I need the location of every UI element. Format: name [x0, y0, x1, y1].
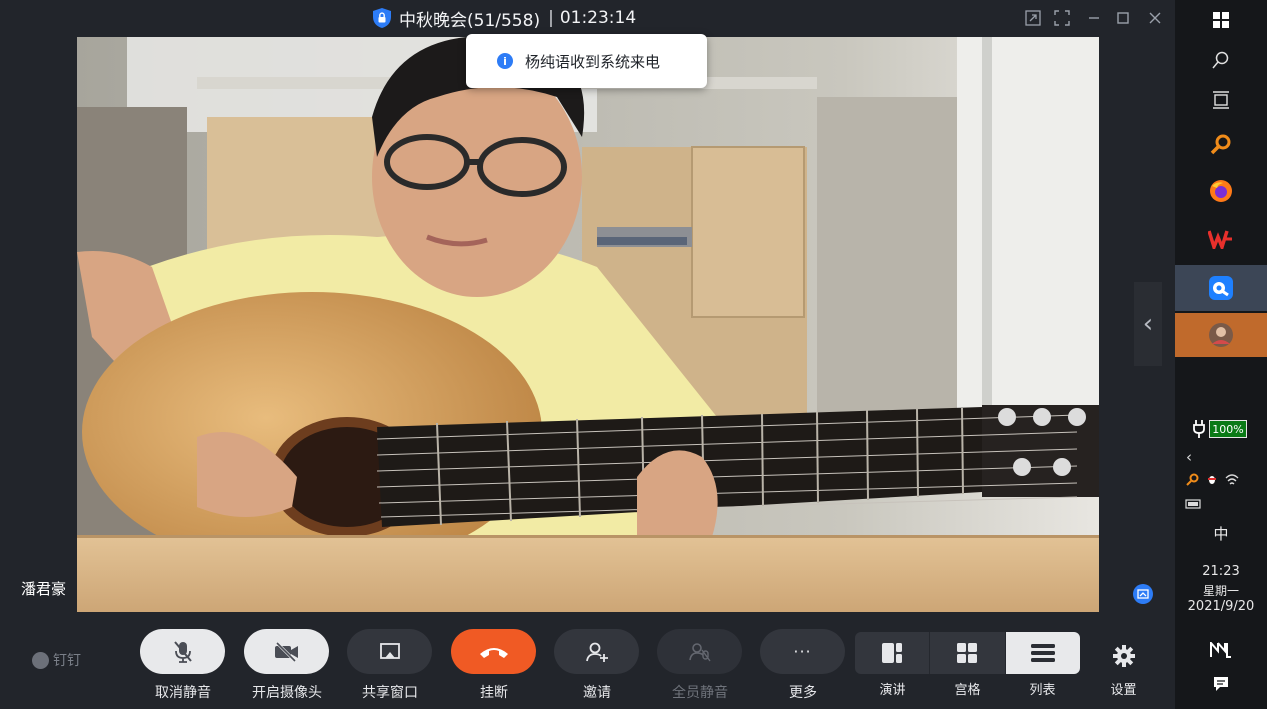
meeting-window: 中秋晚会(51/558) | 01:23:14 i 杨纯语收到系统来电 ‹ 潘君…: [0, 0, 1175, 709]
more-label: 更多: [789, 685, 817, 701]
microphone-muted-icon: [173, 640, 192, 663]
start-camera-button[interactable]: [244, 629, 329, 674]
toast-message: 杨纯语收到系统来电: [525, 52, 661, 71]
everything-search-app[interactable]: [1175, 124, 1267, 164]
list-layout-button[interactable]: [1004, 632, 1080, 674]
battery-indicator[interactable]: 100%: [1193, 420, 1247, 438]
wifi-icon[interactable]: [1225, 473, 1239, 486]
grid-layout-button[interactable]: [929, 632, 1005, 674]
dingtalk-logo-icon: [32, 651, 49, 669]
wps-icon: [1208, 230, 1232, 249]
more-icon: ···: [793, 642, 812, 661]
minimize-button[interactable]: [1083, 8, 1105, 28]
speaker-layout-label: 演讲: [879, 683, 906, 698]
system-tray-icons: [1186, 472, 1239, 486]
search-button[interactable]: [1175, 40, 1267, 80]
speaker-layout-button[interactable]: [855, 632, 930, 674]
settings-label: 设置: [1110, 683, 1137, 698]
dingtalk-meeting-app[interactable]: [1175, 265, 1267, 311]
minimize-icon: [1089, 17, 1099, 19]
title-bar: 中秋晚会(51/558) | 01:23:14: [0, 0, 1175, 36]
notification-toast: i 杨纯语收到系统来电: [466, 34, 707, 88]
search-icon: [1212, 51, 1229, 69]
dingtalk-brand: 钉钉: [32, 650, 81, 670]
action-center-button[interactable]: [1175, 673, 1267, 695]
clock-weekday: 星期一: [1202, 584, 1239, 598]
pin-video-button[interactable]: [1133, 584, 1153, 604]
list-layout-icon: [1030, 644, 1055, 662]
title-separator: |: [548, 8, 554, 28]
firefox-app[interactable]: [1175, 171, 1267, 211]
more-button[interactable]: ···: [760, 629, 845, 674]
start-button[interactable]: [1175, 0, 1267, 40]
power-plug-icon: [1193, 420, 1205, 438]
speaker-layout-icon: [882, 643, 903, 663]
tray-search-icon[interactable]: [1186, 473, 1199, 486]
keyboard-icon[interactable]: [1185, 498, 1201, 510]
firefox-icon: [1210, 180, 1232, 202]
maximize-icon: [1117, 12, 1129, 24]
meeting-app-icon: [1209, 276, 1233, 300]
fullscreen-button[interactable]: [1051, 8, 1073, 28]
hang-up-label: 挂断: [480, 685, 508, 701]
tray-expand-chevron-icon[interactable]: ‹: [1186, 448, 1192, 466]
clock-time[interactable]: 21:23: [1175, 564, 1267, 579]
fullscreen-icon: [1054, 10, 1070, 26]
notification-icon: [1214, 677, 1228, 691]
pin-icon: [1137, 589, 1149, 599]
expand-panel-button[interactable]: ‹: [1134, 282, 1162, 366]
mute-all-label: 全员静音: [672, 685, 728, 701]
meeting-name: 中秋晚会(51/558): [399, 10, 541, 31]
windows-logo-icon: [1213, 12, 1229, 28]
hang-up-button[interactable]: [451, 629, 536, 674]
chevron-left-icon: ‹: [1142, 309, 1154, 339]
close-button[interactable]: [1144, 8, 1166, 28]
meeting-timer: 01:23:14: [559, 8, 637, 28]
clock-date: 2021/9/20: [1187, 599, 1255, 614]
wps-office-app[interactable]: [1175, 219, 1267, 259]
meeting-title: 中秋晚会(51/558) | 01:23:14: [373, 6, 637, 31]
add-user-icon: [585, 642, 608, 662]
grid-layout-icon: [957, 643, 978, 663]
invite-label: 邀请: [583, 685, 611, 701]
speaker-name: 潘君豪: [21, 580, 67, 598]
list-layout-label: 列表: [1029, 683, 1056, 698]
mute-all-button[interactable]: [657, 629, 742, 674]
mute-all-icon: [688, 642, 711, 661]
avatar-icon: [1209, 323, 1233, 347]
grid-layout-label: 宫格: [954, 683, 981, 698]
start-camera-label: 开启摄像头: [252, 685, 322, 701]
camera-off-icon: [274, 641, 298, 662]
user-app-button[interactable]: [1175, 313, 1267, 357]
picture-in-picture-icon: [1025, 10, 1041, 26]
close-icon: [1149, 12, 1161, 24]
shield-lock-icon: [373, 8, 391, 28]
brand-label: 钉钉: [53, 653, 81, 669]
share-window-button[interactable]: [347, 629, 432, 674]
info-icon: i: [497, 53, 513, 69]
qq-penguin-icon[interactable]: [1205, 472, 1219, 486]
video-feed[interactable]: [77, 37, 1099, 612]
invite-button[interactable]: [554, 629, 639, 674]
maximize-button[interactable]: [1112, 8, 1134, 28]
share-window-label: 共享窗口: [362, 685, 418, 701]
task-view-button[interactable]: [1175, 80, 1267, 120]
unmute-label: 取消静音: [155, 685, 211, 701]
share-window-icon: [379, 642, 400, 659]
task-view-icon: [1213, 91, 1229, 109]
layout-switcher: [855, 632, 1080, 674]
gear-icon[interactable]: [1113, 645, 1135, 667]
notes-app-button[interactable]: [1175, 638, 1267, 662]
unmute-button[interactable]: [140, 629, 225, 674]
ime-indicator[interactable]: 中: [1175, 523, 1267, 544]
picture-in-picture-button[interactable]: [1022, 8, 1044, 28]
m-logo-icon: [1210, 642, 1231, 658]
video-frame-image: [77, 37, 1099, 612]
orange-search-icon: [1210, 134, 1231, 155]
battery-percent: 100%: [1209, 420, 1247, 438]
hang-up-icon: [479, 647, 508, 658]
